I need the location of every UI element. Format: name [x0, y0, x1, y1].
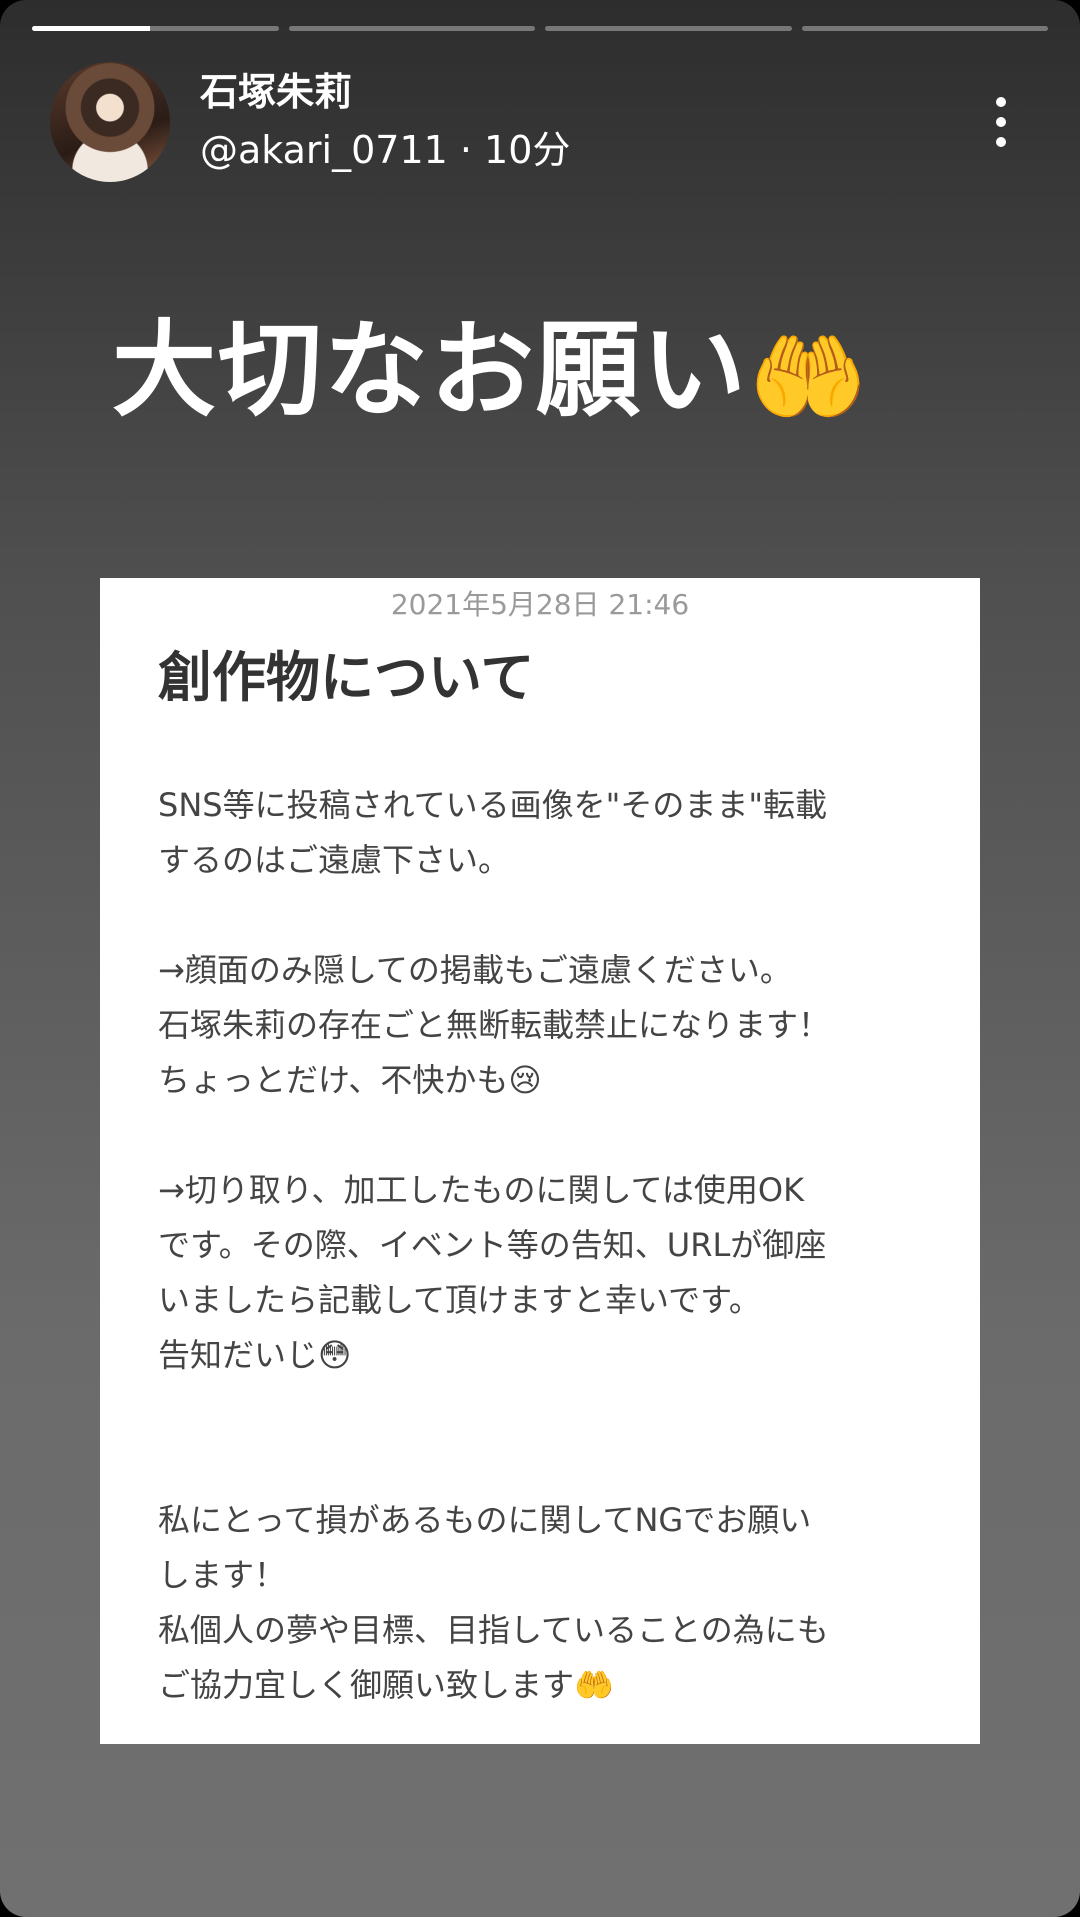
- post-body-line: [158, 1108, 930, 1163]
- post-body-line: するのはご遠慮下さい。: [158, 841, 511, 879]
- post-body-line: [158, 888, 930, 943]
- headline-text: 大切なお願い: [112, 309, 749, 431]
- post-date: 2021年5月28日 21:46: [390, 588, 690, 621]
- post-body-line: [158, 1383, 930, 1438]
- story-progress-bar: [32, 26, 1048, 31]
- avatar[interactable]: [50, 62, 170, 182]
- post-body-line: 私個人の夢や目標、目指していることの為にも: [158, 1611, 829, 1649]
- post-body-line: 私にとって損があるものに関してNGでお願い: [158, 1501, 812, 1539]
- screenshot-card: 2021年5月28日 21:46 創作物について SNS等に投稿されている画像を…: [100, 578, 980, 1744]
- post-body-line: いましたら記載して頂けますと幸いです。: [158, 1281, 761, 1319]
- post-body-line: です。その際、イベント等の告知、URLが御座: [158, 1226, 827, 1264]
- post-body-line: 石塚朱莉の存在ごと無断転載禁止になります！: [158, 1006, 831, 1044]
- post-body-line: →顔面のみ隠しての掲載もご遠慮ください。: [158, 951, 792, 989]
- story-header: 石塚朱莉 @akari_0711 · 10分: [50, 62, 1040, 182]
- progress-segment: [801, 26, 1048, 31]
- post-body-line: →切り取り、加工したものに関しては使用OK: [158, 1171, 805, 1209]
- post-title: 創作物について: [158, 646, 535, 709]
- post-body-line: 告知だいじ😳: [158, 1336, 352, 1374]
- story-viewer[interactable]: 石塚朱莉 @akari_0711 · 10分 大切なお願い🤲 2021年5月28…: [0, 0, 1080, 1917]
- post-body-line: します！: [158, 1556, 287, 1594]
- handle-and-time[interactable]: @akari_0711 · 10分: [200, 128, 570, 172]
- post-body: SNS等に投稿されている画像を"そのまま"転載 するのはご遠慮下さい。 →顔面のみ隠…: [158, 778, 930, 1713]
- post-body-line: ご協力宜しく御願い致します🤲: [158, 1666, 614, 1704]
- more-vertical-icon[interactable]: [986, 97, 1016, 147]
- progress-segment: [32, 26, 279, 31]
- story-headline: 大切なお願い🤲: [112, 310, 870, 438]
- palms-up-icon: 🤲: [748, 321, 870, 434]
- progress-segment: [545, 26, 792, 31]
- progress-segment: [288, 26, 535, 31]
- post-body-line: [158, 1438, 930, 1493]
- post-body-line: SNS等に投稿されている画像を"そのまま"転載: [158, 786, 828, 824]
- post-body-line: ちょっとだけ、不快かも😢: [158, 1061, 542, 1099]
- username[interactable]: 石塚朱莉: [200, 70, 352, 114]
